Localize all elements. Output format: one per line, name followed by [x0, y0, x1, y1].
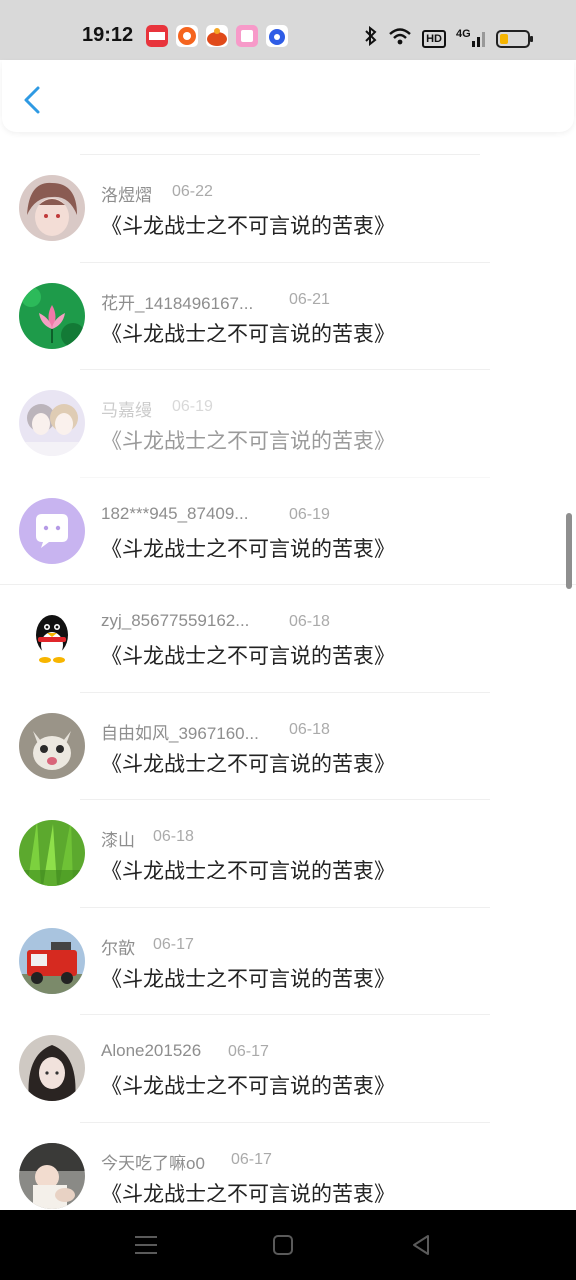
list-item[interactable]: 花开_1418496167... 06-21 《斗龙战士之不可言说的苦衷》 [0, 263, 576, 370]
avatar [19, 175, 85, 241]
list-item[interactable]: Alone201526 06-17 《斗龙战士之不可言说的苦衷》 [0, 1015, 576, 1123]
item-date: 06-17 [228, 1043, 269, 1060]
user-name: 尔歆 [101, 938, 135, 958]
list-item[interactable]: zyj_85677559162... 06-18 《斗龙战士之不可言说的苦衷》 [0, 585, 576, 693]
taobao-icon [176, 25, 198, 47]
list-item[interactable]: 漆山 06-18 《斗龙战士之不可言说的苦衷》 [0, 800, 576, 908]
chevron-left-icon [24, 86, 40, 114]
item-title: 《斗龙战士之不可言说的苦衷》 [101, 321, 395, 346]
item-title: 《斗龙战士之不可言说的苦衷》 [101, 429, 395, 453]
menu-button[interactable] [131, 1230, 161, 1260]
bluetooth-icon [364, 25, 378, 51]
avatar [19, 605, 85, 671]
item-date: 06-17 [153, 935, 194, 953]
battery-icon [496, 29, 533, 48]
user-name: 漆山 [101, 831, 135, 850]
status-bar: 19:12 HD 4G [0, 0, 576, 60]
status-time: 19:12 [82, 24, 134, 46]
item-date: 06-19 [289, 505, 330, 523]
avatar [19, 282, 85, 349]
system-icons: HD 4G [364, 25, 533, 51]
list-item[interactable]: 尔歆 06-17 《斗龙战士之不可言说的苦衷》 [0, 908, 576, 1015]
scrollbar-thumb[interactable] [566, 513, 572, 589]
user-name: 花开_1418496167... [101, 293, 254, 313]
battery-fill [500, 33, 508, 44]
item-title: 《斗龙战士之不可言说的苦衷》 [101, 859, 395, 883]
back-triangle-icon [413, 1235, 429, 1255]
item-date: 06-21 [289, 290, 330, 308]
item-title: 《斗龙战士之不可言说的苦衷》 [101, 536, 395, 561]
item-date: 06-19 [172, 398, 213, 415]
back-nav-button[interactable] [406, 1230, 436, 1260]
avatar [19, 390, 85, 456]
user-name: zyj_85677559162... [101, 611, 250, 630]
list-item[interactable]: 洛煜熠 06-22 《斗龙战士之不可言说的苦衷》 [0, 155, 576, 263]
avatar [19, 1142, 85, 1209]
item-title: 《斗龙战士之不可言说的苦衷》 [101, 644, 395, 668]
list-item[interactable]: 马嘉缦 06-19 《斗龙战士之不可言说的苦衷》 [0, 370, 576, 478]
user-name: 今天吃了嘛o0 [101, 1153, 205, 1173]
home-button[interactable] [268, 1230, 298, 1260]
user-name: 马嘉缦 [101, 401, 152, 420]
hd-icon: HD [422, 29, 446, 48]
item-title: 《斗龙战士之不可言说的苦衷》 [101, 1074, 395, 1098]
back-button[interactable] [20, 84, 44, 116]
baidu-icon [266, 25, 288, 47]
item-date: 06-18 [153, 828, 194, 845]
toutiao-icon [146, 25, 168, 47]
avatar [19, 820, 85, 886]
avatar [19, 927, 85, 994]
user-name: 洛煜熠 [101, 186, 152, 205]
item-title: 《斗龙战士之不可言说的苦衷》 [101, 1181, 395, 1206]
item-date: 06-17 [231, 1150, 272, 1168]
item-title: 《斗龙战士之不可言说的苦衷》 [101, 751, 395, 776]
home-icon [273, 1235, 293, 1255]
item-date: 06-22 [172, 183, 213, 200]
game-icon [206, 25, 228, 47]
item-date: 06-18 [289, 613, 330, 630]
avatar [19, 497, 85, 564]
signal-icon: 4G [456, 28, 486, 49]
wifi-icon [388, 26, 412, 51]
notification-icons [146, 25, 288, 47]
menu-icon [135, 1236, 157, 1254]
item-title: 《斗龙战士之不可言说的苦衷》 [101, 214, 395, 238]
user-name: 自由如风_3967160... [101, 723, 259, 743]
user-name: 182***945_87409... [101, 503, 249, 523]
avatar [19, 1035, 85, 1101]
history-list: 洛煜熠 06-22 《斗龙战士之不可言说的苦衷》 花开_1418496167..… [0, 155, 576, 1230]
system-nav-bar [0, 1210, 576, 1280]
list-item[interactable]: 182***945_87409... 06-19 《斗龙战士之不可言说的苦衷》 [0, 478, 576, 585]
avatar [19, 712, 85, 779]
list-item[interactable]: 自由如风_3967160... 06-18 《斗龙战士之不可言说的苦衷》 [0, 693, 576, 800]
user-name: Alone201526 [101, 1041, 202, 1060]
item-title: 《斗龙战士之不可言说的苦衷》 [101, 966, 395, 991]
album-icon [236, 25, 258, 47]
top-app-bar [2, 60, 574, 132]
item-date: 06-18 [289, 720, 330, 738]
